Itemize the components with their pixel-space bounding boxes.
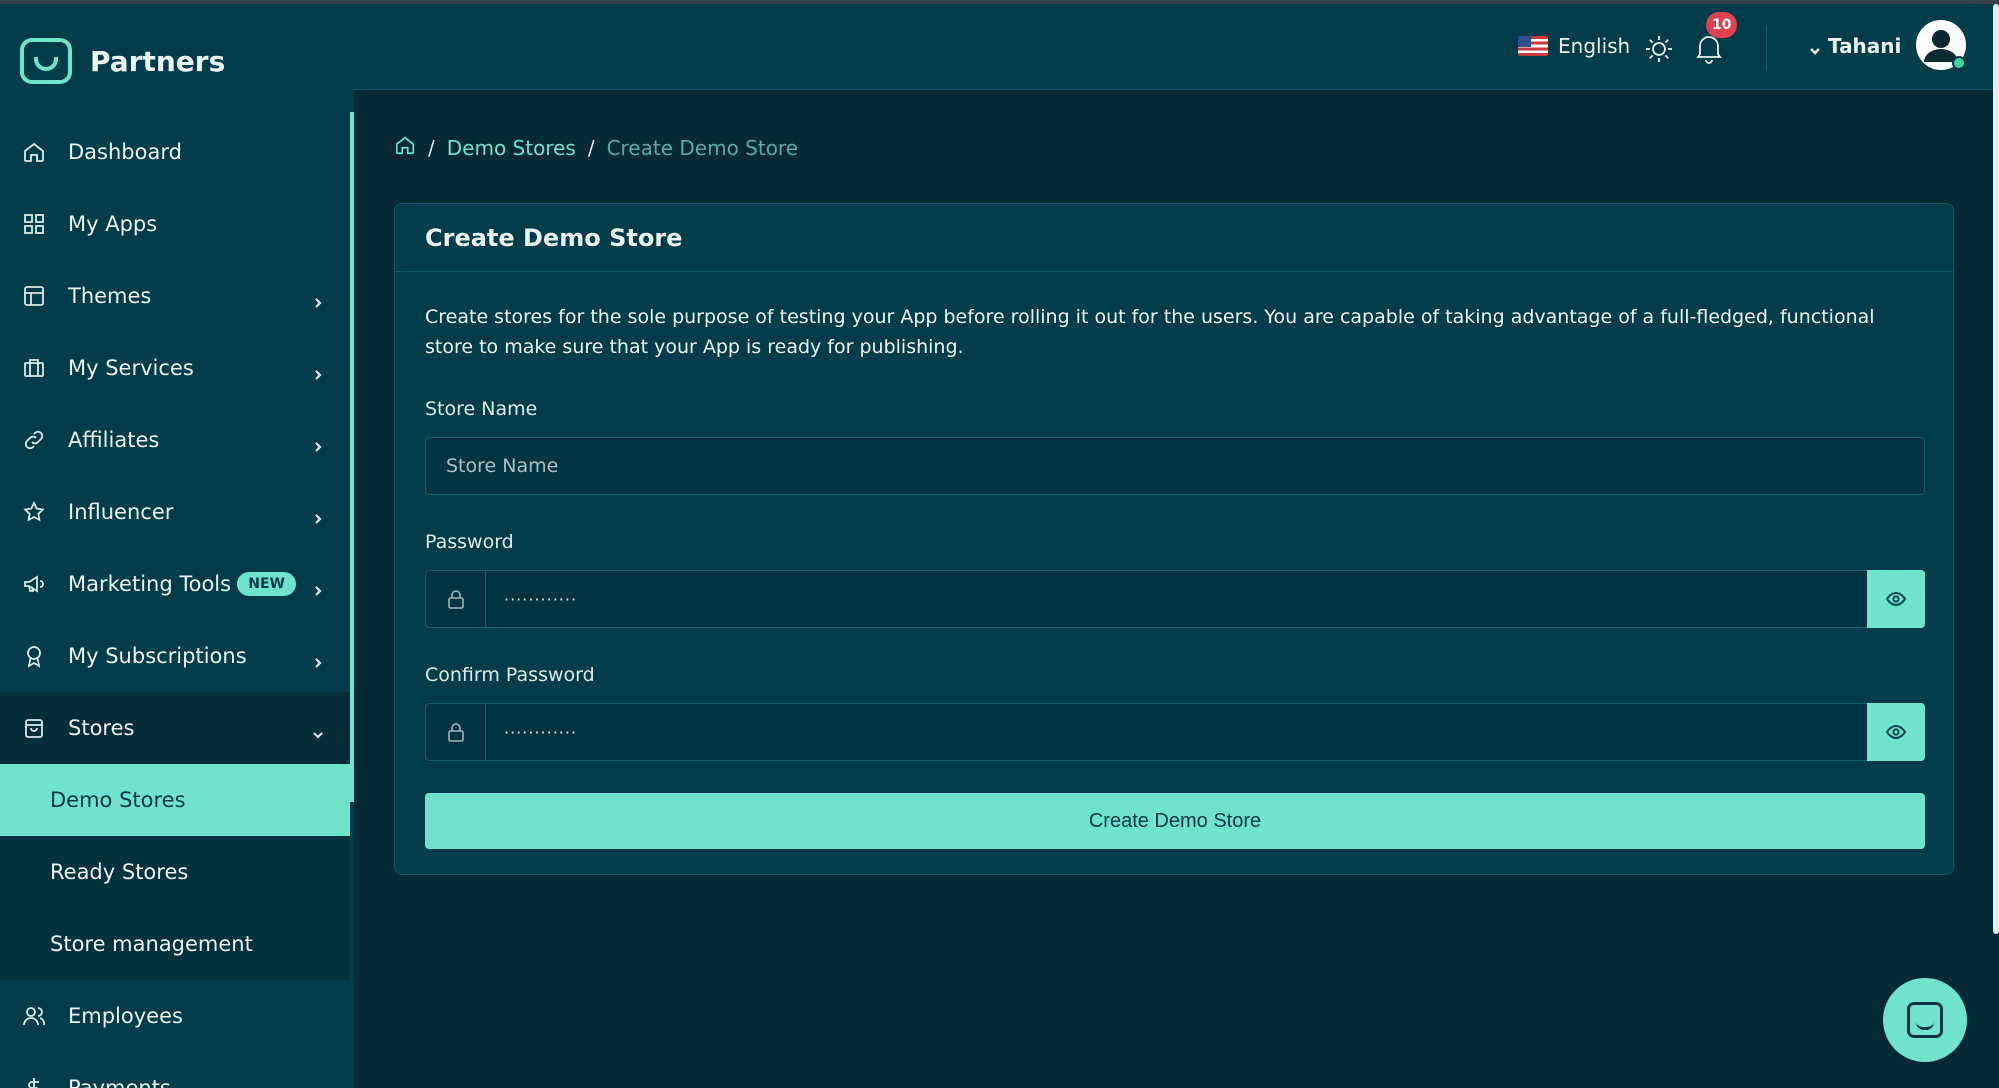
sidebar-nav: Dashboard My Apps Themes My Services Aff… (0, 116, 350, 1088)
partners-logo-icon (20, 38, 72, 84)
language-label: English (1558, 34, 1631, 58)
megaphone-icon (22, 572, 46, 596)
sidebar-subitem-label: Demo Stores (50, 788, 186, 812)
sidebar: Partners Dashboard My Apps Themes My Ser… (0, 4, 354, 1088)
sidebar-item-label: Marketing Tools (68, 572, 232, 596)
sidebar-item-marketing-tools[interactable]: Marketing Tools NEW (0, 548, 350, 620)
layout-icon (22, 284, 46, 308)
user-menu[interactable]: Tahani (1808, 34, 1901, 58)
sidebar-item-label: Influencer (68, 500, 174, 524)
sidebar-item-stores[interactable]: Stores (0, 692, 350, 764)
sidebar-item-label: Stores (68, 716, 135, 740)
sidebar-subitem-ready-stores[interactable]: Ready Stores (0, 836, 350, 908)
sidebar-item-influencer[interactable]: Influencer (0, 476, 350, 548)
password-value: ············ (504, 589, 578, 609)
topbar: English 10 Tahani (354, 4, 1999, 90)
password-field[interactable]: ············ (425, 570, 1925, 628)
notification-count-badge: 10 (1706, 12, 1738, 38)
sidebar-subitem-label: Ready Stores (50, 860, 189, 884)
users-icon (22, 1004, 46, 1028)
sidebar-item-payments[interactable]: Payments (0, 1052, 350, 1088)
sidebar-item-my-services[interactable]: My Services (0, 332, 350, 404)
sidebar-item-label: My Subscriptions (68, 644, 247, 668)
home-icon (22, 140, 46, 164)
breadcrumb-separator: / (428, 135, 435, 160)
topbar-divider (1766, 26, 1767, 70)
create-demo-store-button[interactable]: Create Demo Store (425, 793, 1925, 849)
sidebar-item-label: Themes (68, 284, 152, 308)
lock-icon (426, 704, 486, 760)
chevron-down-icon (312, 722, 324, 739)
sidebar-item-label: Employees (68, 1004, 183, 1028)
home-icon[interactable] (394, 134, 416, 161)
sidebar-item-employees[interactable]: Employees (0, 980, 350, 1052)
sidebar-item-my-subscriptions[interactable]: My Subscriptions (0, 620, 350, 692)
sidebar-item-themes[interactable]: Themes (0, 260, 350, 332)
dollar-icon (22, 1076, 46, 1088)
chevron-right-icon (312, 650, 324, 668)
breadcrumb: / Demo Stores / Create Demo Store (394, 134, 798, 161)
award-icon (22, 644, 46, 668)
eye-icon[interactable] (1867, 570, 1925, 628)
chevron-down-icon (1808, 39, 1822, 55)
sidebar-item-label: Dashboard (68, 140, 182, 164)
sidebar-item-label: Affiliates (68, 428, 160, 452)
confirm-password-value: ············ (504, 722, 578, 742)
chat-support-button[interactable] (1883, 978, 1967, 1062)
password-label: Password (425, 531, 514, 553)
sidebar-scrollbar[interactable] (350, 112, 354, 802)
chevron-right-icon (312, 434, 324, 452)
form-description: Create stores for the sole purpose of te… (425, 306, 1875, 358)
confirm-password-label: Confirm Password (425, 664, 595, 686)
star-icon (22, 500, 46, 524)
store-name-placeholder: Store Name (446, 455, 559, 477)
confirm-password-field[interactable]: ············ (425, 703, 1925, 761)
us-flag-icon (1518, 36, 1548, 56)
chat-icon (1907, 1002, 1943, 1038)
store-bag-icon (22, 716, 46, 740)
online-status-dot (1952, 56, 1966, 70)
sidebar-item-affiliates[interactable]: Affiliates (0, 404, 350, 476)
card-title: Create Demo Store (395, 204, 1953, 272)
language-selector[interactable]: English (1518, 34, 1630, 58)
sidebar-subitem-store-management[interactable]: Store management (0, 908, 350, 980)
brand-name: Partners (90, 44, 226, 78)
sun-icon[interactable] (1644, 34, 1674, 64)
grid-icon (22, 212, 46, 236)
briefcase-icon (22, 356, 46, 380)
sidebar-subitem-demo-stores[interactable]: Demo Stores (0, 764, 350, 836)
brand[interactable]: Partners (20, 37, 225, 85)
sidebar-item-dashboard[interactable]: Dashboard (0, 116, 350, 188)
link-icon (22, 428, 46, 452)
sidebar-subitem-label: Store management (50, 932, 253, 956)
create-demo-store-card: Create Demo Store Create stores for the … (394, 203, 1954, 875)
chevron-right-icon (312, 1082, 324, 1088)
chevron-right-icon (312, 290, 324, 308)
sidebar-item-my-apps[interactable]: My Apps (0, 188, 350, 260)
page-scrollbar[interactable] (1993, 4, 1999, 934)
sidebar-item-label: My Apps (68, 212, 158, 236)
breadcrumb-link-demo-stores[interactable]: Demo Stores (447, 136, 576, 160)
chevron-right-icon (312, 506, 324, 524)
breadcrumb-current: Create Demo Store (606, 135, 799, 160)
store-name-label: Store Name (425, 398, 538, 420)
chevron-right-icon (312, 362, 324, 380)
sidebar-item-label: My Services (68, 356, 194, 380)
new-badge: NEW (237, 572, 296, 596)
sidebar-item-label: Payments (68, 1076, 171, 1088)
breadcrumb-separator: / (587, 135, 595, 160)
chevron-right-icon (312, 578, 324, 596)
lock-icon (426, 571, 486, 627)
store-name-input[interactable]: Store Name (425, 437, 1925, 495)
eye-icon[interactable] (1867, 703, 1925, 761)
user-name: Tahani (1828, 34, 1902, 58)
